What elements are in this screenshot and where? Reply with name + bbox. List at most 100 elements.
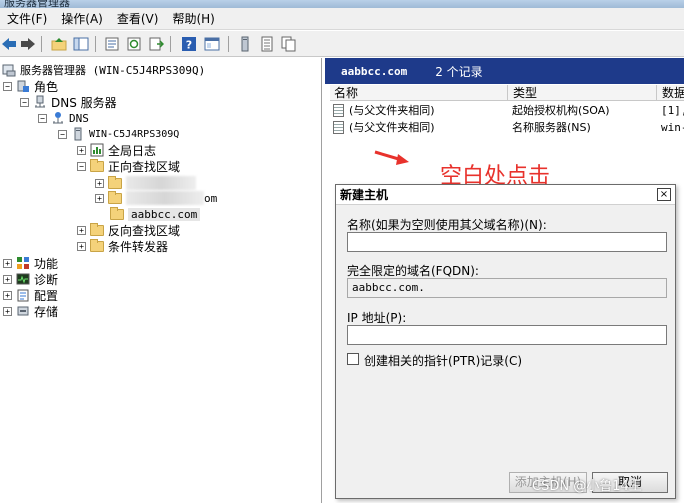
column-header-name[interactable]: 名称	[330, 85, 508, 101]
expand-toggle[interactable]: +	[77, 241, 86, 251]
collapse-toggle[interactable]: −	[3, 81, 12, 91]
menu-view[interactable]: 查看(V)	[110, 8, 166, 30]
table-row[interactable]: (与父文件夹相同) 名称服务器(NS) win-	[333, 119, 684, 135]
folder-icon	[90, 238, 104, 253]
menu-help[interactable]: 帮助(H)	[165, 8, 221, 30]
roles-icon	[16, 79, 30, 93]
collapse-toggle[interactable]: −	[38, 113, 47, 123]
tree-node-host[interactable]: − WIN-C5J4RPS309Q	[58, 126, 179, 142]
computer-icon	[71, 127, 85, 141]
record-data: [1],	[661, 103, 684, 117]
dialog-title: 新建主机	[336, 185, 675, 205]
tree-node-conditional-forwarders[interactable]: + 条件转发器	[77, 238, 168, 254]
copy-records-icon[interactable]	[280, 35, 298, 53]
server-manager-icon	[2, 63, 16, 77]
folder-open-icon	[90, 158, 104, 173]
column-header-row: 名称 类型 数据	[330, 85, 684, 101]
show-action-pane-icon[interactable]	[203, 35, 221, 53]
help-icon[interactable]: ?	[180, 35, 198, 53]
toolbar-separator	[170, 36, 171, 52]
redacted-zone-name	[126, 176, 196, 190]
features-icon	[16, 256, 30, 270]
svg-text:?: ?	[186, 39, 192, 52]
zone-folder-icon	[108, 190, 122, 205]
expand-toggle[interactable]: +	[77, 225, 86, 235]
record-name: (与父文件夹相同)	[349, 121, 435, 134]
ip-address-label: IP 地址(P):	[347, 311, 407, 325]
tree-node-features[interactable]: + 功能	[3, 255, 58, 271]
refresh-icon[interactable]	[125, 35, 143, 53]
record-count: 2 个记录	[435, 64, 483, 79]
record-type: 起始授权机构(SOA)	[512, 104, 610, 117]
expand-toggle[interactable]: +	[3, 274, 12, 284]
zone-header-name: aabbcc.com	[341, 64, 408, 78]
zone-header-bar: aabbcc.com 2 个记录	[325, 58, 684, 84]
fqdn-label: 完全限定的域名(FQDN):	[347, 264, 479, 278]
record-icon	[333, 120, 344, 134]
configuration-icon	[16, 288, 30, 302]
tree-node-dns-server[interactable]: − DNS 服务器	[20, 94, 117, 110]
record-list-icon[interactable]	[258, 35, 276, 53]
up-folder-icon[interactable]	[50, 35, 68, 53]
toolbar-separator	[95, 36, 96, 52]
menu-action[interactable]: 操作(A)	[54, 8, 110, 30]
tree-node-forward-lookup-zones[interactable]: − 正向查找区域	[77, 158, 180, 174]
forward-arrow-icon[interactable]	[19, 35, 37, 53]
event-log-icon	[90, 143, 104, 157]
expand-toggle[interactable]: +	[3, 306, 12, 316]
zone-folder-icon	[108, 175, 122, 190]
collapse-toggle[interactable]: −	[77, 161, 86, 171]
close-icon[interactable]: ×	[657, 188, 671, 201]
expand-toggle[interactable]: +	[3, 258, 12, 268]
back-arrow-icon[interactable]	[0, 35, 18, 53]
export-list-icon[interactable]	[147, 35, 165, 53]
menu-bar: 文件(F) 操作(A) 查看(V) 帮助(H)	[0, 8, 684, 30]
collapse-toggle[interactable]: −	[20, 97, 29, 107]
tree-node-reverse-lookup-zones[interactable]: + 反向查找区域	[77, 222, 180, 238]
record-data: win-	[661, 120, 684, 134]
column-header-type[interactable]: 类型	[509, 85, 657, 101]
annotation-arrow-icon	[374, 150, 409, 165]
zone-name-suffix: om	[204, 191, 218, 205]
record-icon	[333, 103, 344, 117]
tree-node-configuration[interactable]: + 配置	[3, 287, 58, 303]
redacted-zone-name	[126, 191, 204, 205]
tree-node-dns[interactable]: − DNS	[38, 110, 89, 126]
collapse-toggle[interactable]: −	[58, 129, 67, 139]
menu-file[interactable]: 文件(F)	[0, 8, 54, 30]
name-label: 名称(如果为空则使用其父域名称)(N):	[347, 218, 547, 232]
tree-node-zone-redacted-2[interactable]: + om	[95, 190, 217, 206]
tree-node-zone-aabbcc[interactable]: aabbcc.com	[110, 206, 201, 222]
table-row[interactable]: (与父文件夹相同) 起始授权机构(SOA) [1],	[333, 102, 684, 118]
tree-node-zone-redacted-1[interactable]: +	[95, 175, 196, 191]
expand-toggle[interactable]: +	[3, 290, 12, 300]
tree-node-global-logs[interactable]: + 全局日志	[77, 142, 156, 158]
watermark: CSDN @小鲁14王	[532, 479, 642, 494]
zone-folder-icon	[110, 206, 124, 221]
tree-node-server-manager[interactable]: 服务器管理器 (WIN-C5J4RPS309Q)	[2, 62, 205, 78]
tree-node-roles[interactable]: − 角色	[3, 78, 58, 94]
dns-icon	[51, 111, 65, 125]
tree-node-diagnostics[interactable]: + 诊断	[3, 271, 58, 287]
diagnostics-icon	[16, 272, 30, 286]
toolbar: ?	[0, 31, 684, 57]
record-name: (与父文件夹相同)	[349, 104, 435, 117]
expand-toggle[interactable]: +	[95, 193, 104, 203]
record-type: 名称服务器(NS)	[512, 121, 591, 134]
name-input[interactable]	[347, 232, 667, 252]
server-icon[interactable]	[236, 35, 254, 53]
show-tree-icon[interactable]	[72, 35, 90, 53]
ip-address-input[interactable]	[347, 325, 667, 345]
folder-icon	[90, 222, 104, 237]
expand-toggle[interactable]: +	[95, 178, 104, 188]
ptr-record-checkbox[interactable]	[347, 353, 359, 365]
tree-node-storage[interactable]: + 存储	[3, 303, 58, 319]
properties-icon[interactable]	[103, 35, 121, 53]
toolbar-separator	[228, 36, 229, 52]
ptr-record-label[interactable]: 创建相关的指针(PTR)记录(C)	[364, 352, 522, 369]
column-header-data[interactable]: 数据	[658, 85, 684, 101]
expand-toggle[interactable]: +	[77, 145, 86, 155]
dns-server-icon	[33, 95, 47, 109]
toolbar-separator	[41, 36, 42, 52]
storage-icon	[16, 304, 30, 318]
